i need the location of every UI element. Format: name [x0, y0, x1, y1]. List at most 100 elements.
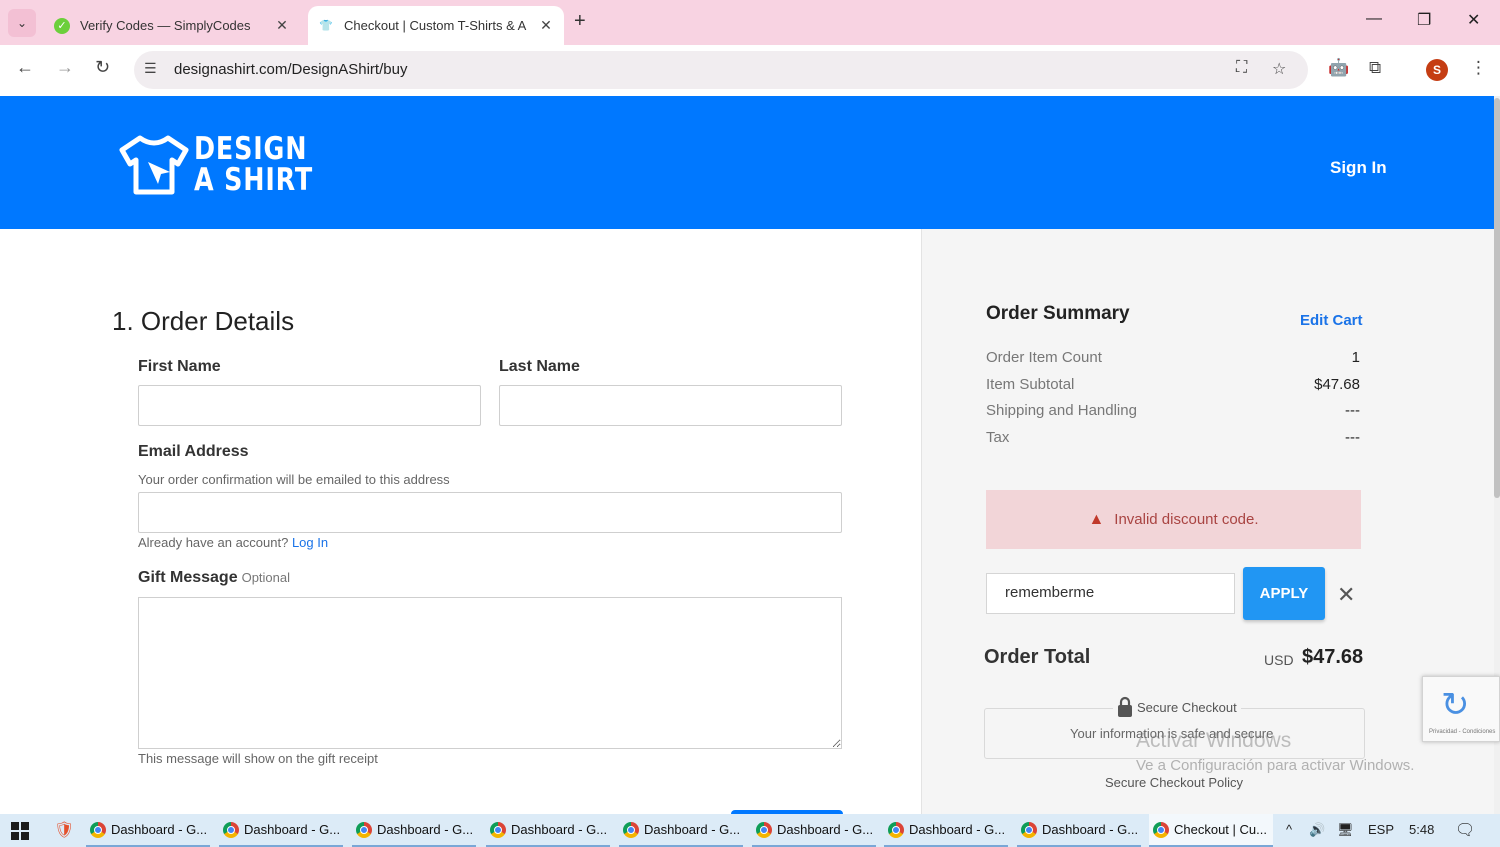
extension-robot-icon[interactable]: 🤖 [1328, 58, 1349, 78]
chrome-icon [623, 821, 639, 838]
sign-in-link[interactable]: Sign In [1330, 158, 1387, 178]
clear-code-icon[interactable]: ✕ [1337, 582, 1355, 608]
taskbar-item[interactable]: Dashboard - G... [352, 814, 476, 847]
forward-icon[interactable]: → [56, 57, 74, 78]
close-tab-icon[interactable]: ✕ [274, 17, 290, 34]
order-total-value: $47.68 [1302, 646, 1364, 668]
chrome-icon [1021, 821, 1037, 838]
activate-windows-watermark: Activar Windows [1136, 729, 1292, 752]
edit-cart-link[interactable]: Edit Cart [1300, 312, 1363, 329]
chrome-icon [90, 821, 106, 838]
summary-row-value: 1 [1351, 349, 1360, 366]
chrome-icon [490, 821, 506, 838]
bookmark-star-icon[interactable]: ☆ [1272, 59, 1286, 79]
taskbar-item[interactable]: Dashboard - G... [486, 814, 610, 847]
taskbar-item[interactable]: Dashboard - G... [884, 814, 1008, 847]
alert-text: Invalid discount code. [1114, 511, 1259, 528]
extensions-puzzle-icon[interactable]: ⧉ [1369, 58, 1381, 78]
windows-start-icon[interactable] [11, 822, 29, 840]
browser-toolbar: ← → ↻ ☰ designashirt.com/DesignAShirt/bu… [0, 45, 1500, 96]
reload-icon[interactable]: ↻ [95, 57, 110, 78]
first-name-input[interactable] [138, 385, 481, 426]
tshirt-logo-icon [119, 135, 189, 195]
new-tab-button[interactable]: + [574, 10, 586, 33]
logo-text: DESIGN A SHIRT [194, 134, 313, 196]
minimize-icon[interactable]: — [1366, 10, 1382, 28]
browser-tab-strip: ⌄ ✓ Verify Codes — SimplyCodes ✕ 👕 Check… [0, 0, 1500, 45]
tab-search-chevron-icon[interactable]: ⌄ [8, 9, 36, 37]
tab-checkout[interactable]: 👕 Checkout | Custom T-Shirts & A ✕ [308, 6, 564, 45]
profile-avatar[interactable]: S [1426, 59, 1448, 81]
secure-checkout-heading: Secure Checkout [1113, 696, 1241, 718]
notifications-icon[interactable]: 🗨 [1455, 820, 1475, 840]
secure-checkout-policy-link[interactable]: Secure Checkout Policy [1105, 775, 1243, 790]
summary-row-label: Item Subtotal [986, 376, 1075, 393]
email-hint: Your order confirmation will be emailed … [138, 472, 450, 487]
currency-label: USD [1264, 652, 1294, 668]
logo-line-2: A SHIRT [194, 162, 314, 198]
language-indicator[interactable]: ESP [1368, 822, 1394, 837]
scrollbar-thumb[interactable] [1494, 98, 1500, 498]
email-label: Email Address [138, 443, 249, 460]
address-bar[interactable]: ☰ designashirt.com/DesignAShirt/buy ⛶ ☆ [134, 51, 1308, 89]
taskbar-item-label: Dashboard - G... [511, 822, 608, 837]
back-icon[interactable]: ← [16, 57, 34, 78]
site-settings-icon[interactable]: ☰ [144, 60, 157, 77]
volume-icon[interactable]: 🔊 [1309, 822, 1325, 838]
taskbar-item[interactable]: Dashboard - G... [219, 814, 343, 847]
email-input[interactable] [138, 492, 842, 533]
summary-row-subtotal: Item Subtotal $47.68 [986, 376, 1360, 393]
recaptcha-badge[interactable]: ↻ Privacidad - Condiciones [1422, 676, 1500, 742]
windows-taskbar: 🛡 Dashboard - G... Dashboard - G... Dash… [0, 814, 1500, 847]
taskbar-item[interactable]: Dashboard - G... [752, 814, 876, 847]
order-details-title: 1. Order Details [112, 306, 295, 336]
tab-verify-codes[interactable]: ✓ Verify Codes — SimplyCodes ✕ [44, 6, 300, 45]
summary-row-label: Order Item Count [986, 349, 1102, 366]
chrome-icon [1153, 821, 1169, 838]
gift-message-hint: This message will show on the gift recei… [138, 751, 378, 766]
taskbar-item-label: Dashboard - G... [111, 822, 208, 837]
discount-code-input[interactable]: rememberme [986, 573, 1235, 614]
summary-row-label: Tax [986, 429, 1010, 446]
brave-browser-icon[interactable]: 🛡 [54, 820, 74, 840]
summary-row-shipping: Shipping and Handling --- [986, 402, 1360, 419]
summary-row-value: --- [1345, 402, 1360, 419]
lock-icon [1118, 696, 1132, 717]
last-name-input[interactable] [499, 385, 842, 426]
taskbar-item-label: Dashboard - G... [777, 822, 874, 837]
summary-row-tax: Tax --- [986, 429, 1360, 446]
taskbar-item[interactable]: Dashboard - G... [86, 814, 210, 847]
chrome-icon [223, 821, 239, 838]
taskbar-item-label: Dashboard - G... [244, 822, 341, 837]
summary-row-label: Shipping and Handling [986, 402, 1137, 419]
tray-chevron-icon[interactable]: ^ [1286, 822, 1292, 837]
secure-checkout-title: Secure Checkout [1137, 699, 1237, 715]
warning-icon: ▲ [1088, 510, 1105, 528]
discount-error-alert: ▲ Invalid discount code. [986, 490, 1361, 549]
apply-button[interactable]: APPLY [1243, 567, 1325, 620]
recaptcha-terms[interactable]: Privacidad - Condiciones [1429, 729, 1495, 735]
chrome-icon [888, 821, 904, 838]
account-prompt-text: Already have an account? [138, 535, 289, 550]
taskbar-item[interactable]: Dashboard - G... [1017, 814, 1141, 847]
tab-title: Verify Codes — SimplyCodes [80, 18, 251, 33]
tab-title: Checkout | Custom T-Shirts & A [344, 18, 527, 33]
taskbar-item-label: Dashboard - G... [377, 822, 474, 837]
taskbar-item[interactable]: Dashboard - G... [619, 814, 743, 847]
taskbar-item-active[interactable]: Checkout | Cu... [1149, 814, 1273, 847]
close-window-icon[interactable]: ✕ [1467, 10, 1480, 30]
gift-message-textarea[interactable] [138, 597, 842, 749]
design-a-shirt-logo[interactable]: DESIGN A SHIRT [118, 134, 339, 196]
order-total-label: Order Total [984, 646, 1091, 668]
restore-icon[interactable]: ❐ [1417, 10, 1431, 30]
clock[interactable]: 5:48 [1409, 822, 1434, 837]
menu-dots-icon[interactable]: ⋮ [1470, 58, 1487, 78]
account-prompt: Already have an account? Log In [138, 535, 328, 550]
close-tab-icon[interactable]: ✕ [538, 17, 554, 34]
login-link[interactable]: Log In [292, 535, 328, 550]
check-badge-icon: ✓ [54, 17, 70, 34]
translate-icon[interactable]: ⛶ [1236, 59, 1247, 77]
network-icon[interactable]: 🖥 [1337, 822, 1354, 838]
last-name-label: Last Name [499, 358, 580, 375]
url-text[interactable]: designashirt.com/DesignAShirt/buy [174, 61, 407, 78]
